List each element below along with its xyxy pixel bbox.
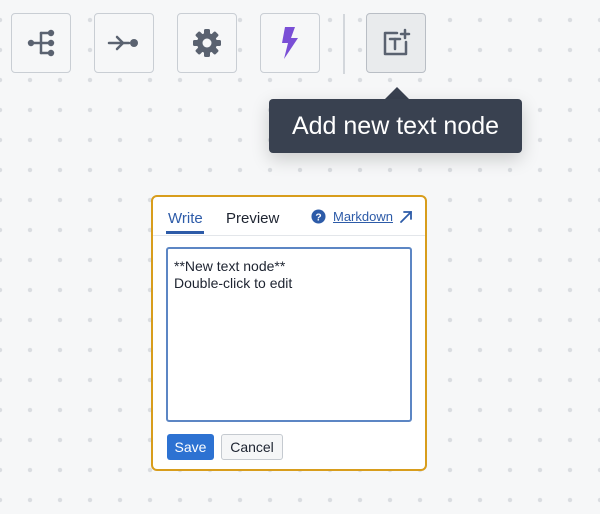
editor-tabs: Write Preview ? Markdown (153, 197, 425, 236)
save-button[interactable]: Save (167, 434, 214, 460)
tab-write[interactable]: Write (168, 210, 203, 227)
text-node-editor: Write Preview ? Markdown **New text node… (151, 195, 427, 471)
toolbar-separator (343, 14, 345, 74)
actions-button[interactable] (260, 13, 320, 73)
markdown-link[interactable]: Markdown (333, 209, 393, 224)
add-text-node-button[interactable] (366, 13, 426, 73)
flow-arrow-icon (107, 35, 138, 51)
text-line: Double-click to edit (174, 275, 293, 291)
tooltip-arrow (385, 87, 409, 99)
gear-icon (193, 29, 221, 57)
svg-text:?: ? (315, 212, 321, 223)
settings-button[interactable] (177, 13, 237, 73)
arrow-up-right-icon[interactable] (399, 210, 413, 224)
tab-preview[interactable]: Preview (226, 210, 279, 227)
text-line: **New text node** (174, 258, 286, 274)
cancel-button[interactable]: Cancel (221, 434, 283, 460)
flow-button[interactable] (94, 13, 154, 73)
graph-tree-icon (27, 29, 55, 57)
graph-view-button[interactable] (11, 13, 71, 73)
active-tab-indicator (166, 231, 204, 234)
question-circle-icon[interactable]: ? (311, 209, 326, 224)
add-text-node-icon (383, 28, 411, 56)
markdown-textarea[interactable]: **New text node** Double-click to edit (166, 247, 412, 422)
lightning-icon (282, 27, 298, 59)
tooltip: Add new text node (269, 99, 522, 153)
